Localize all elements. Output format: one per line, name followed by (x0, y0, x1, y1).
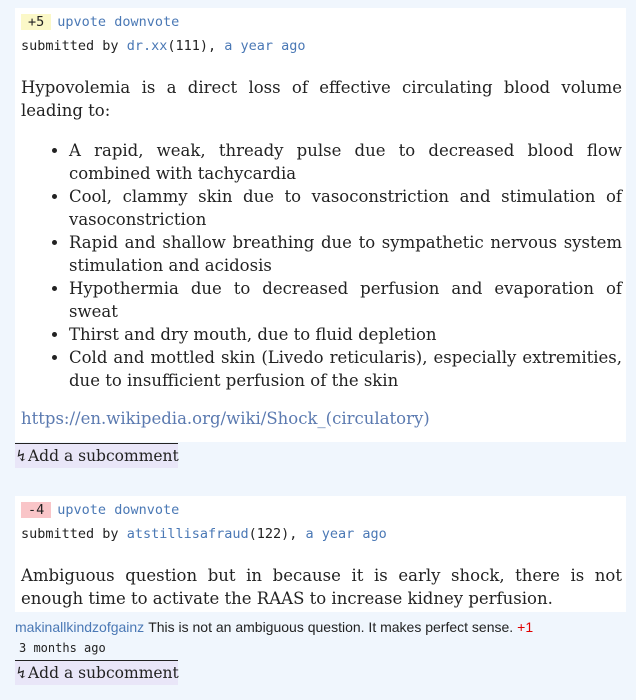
timestamp-link[interactable]: a year ago (224, 38, 305, 54)
upvote-link[interactable]: upvote (57, 502, 106, 518)
comment-card: -4 upvote downvote submitted by atstillis… (15, 496, 626, 612)
comment-body: Hypovolemia is a direct loss of effectiv… (21, 76, 622, 392)
vote-row: +5 upvote downvote (21, 14, 179, 30)
downvote-link[interactable]: downvote (114, 14, 179, 30)
subcomment-author-link[interactable]: makinallkindzofgainz (15, 619, 144, 635)
add-subcomment-button[interactable]: ↯Add a subcomment (15, 660, 179, 685)
reference-link[interactable]: https://en.wikipedia.org/wiki/Shock_(cir… (21, 409, 430, 428)
downvote-link[interactable]: downvote (114, 502, 179, 518)
comment-intro: Hypovolemia is a direct loss of effectiv… (21, 78, 622, 120)
subcomment: makinallkindzofgainz This is not an ambig… (15, 619, 533, 635)
list-item: Rapid and shallow breathing due to sympa… (69, 231, 622, 277)
submitted-by-label: submitted by (21, 38, 119, 54)
comment-card: +5 upvote downvote submitted by dr.xx(111… (15, 8, 626, 442)
submitted-row: submitted by dr.xx(111), a year ago (21, 38, 306, 54)
list-item: Cool, clammy skin due to vasoconstrictio… (69, 185, 622, 231)
subcomment-text: This is not an ambiguous question. It ma… (148, 619, 514, 635)
submitted-row: submitted by atstillisafraud(122), a yea… (21, 526, 387, 542)
upvote-link[interactable]: upvote (57, 14, 106, 30)
subcomment-timestamp: 3 months ago (19, 641, 106, 655)
author-reputation: (122), (248, 526, 298, 542)
author-link[interactable]: dr.xx (127, 38, 168, 54)
score-badge: +5 (21, 14, 52, 30)
subcomment-score: +1 (517, 619, 534, 635)
score-badge: -4 (21, 502, 52, 518)
timestamp-link[interactable]: a year ago (306, 526, 387, 542)
list-item: Cold and mottled skin (Livedo reticulari… (69, 346, 622, 392)
list-item: A rapid, weak, thready pulse due to decr… (69, 139, 622, 185)
list-item: Hypothermia due to decreased perfusion a… (69, 277, 622, 323)
list-item: Thirst and dry mouth, due to fluid deple… (69, 323, 622, 346)
author-link[interactable]: atstillisafraud (127, 526, 249, 542)
submitted-by-label: submitted by (21, 526, 119, 542)
comment-body: Ambiguous question but in because it is … (21, 566, 622, 608)
vote-row: -4 upvote downvote (21, 502, 179, 518)
author-reputation: (111), (167, 38, 217, 54)
symptom-list: A rapid, weak, thready pulse due to decr… (21, 139, 622, 392)
add-subcomment-button[interactable]: ↯Add a subcomment (15, 443, 179, 468)
